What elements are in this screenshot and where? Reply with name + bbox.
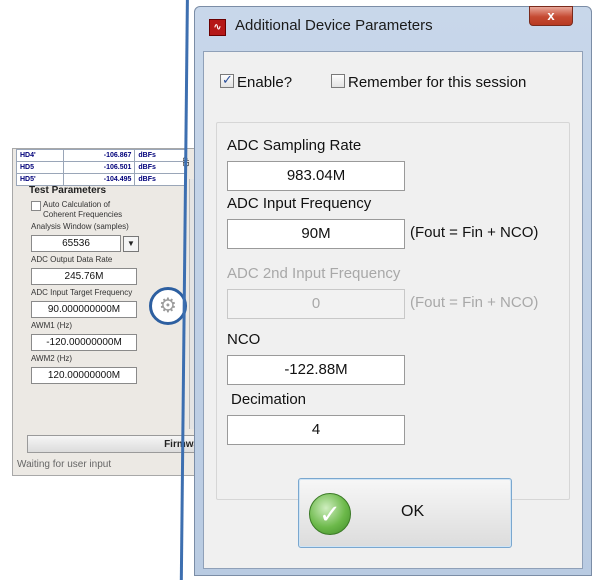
enable-label: Enable?: [237, 74, 293, 91]
analysis-window-label: Analysis Window (samples): [31, 222, 129, 231]
chevron-down-icon[interactable]: ▼: [123, 236, 139, 252]
ok-label: OK: [401, 503, 425, 520]
adc-sampling-rate-input[interactable]: 983.04M: [227, 161, 405, 191]
close-icon: x: [547, 8, 555, 23]
test-parameters-title: Test Parameters: [29, 185, 107, 196]
adc-2nd-input-frequency-label: ADC 2nd Input Frequency: [227, 265, 401, 282]
harmonic-value: -106.867: [62, 149, 136, 162]
harmonics-table: HD4' -106.867 dBFs HD5 -106.501 dBFs HD5…: [16, 149, 186, 186]
table-row: HD5 -106.501 dBFs: [16, 161, 186, 174]
app-logo-icon: ∿: [209, 19, 226, 36]
dialog-body: ✓ Enable? Remember for this session ADC S…: [203, 51, 583, 569]
adc-input-target-label: ADC Input Target Frequency: [31, 288, 133, 297]
additional-device-parameters-dialog: ∿ Additional Device Parameters x ✓ Enable…: [194, 6, 592, 576]
remember-checkbox-row[interactable]: Remember for this session: [331, 74, 526, 91]
remember-label: Remember for this session: [348, 74, 527, 91]
adc-2nd-input-frequency-note: (Fout = Fin + NCO): [410, 294, 539, 311]
status-text: Waiting for user input: [17, 459, 112, 470]
title-bar[interactable]: ∿ Additional Device Parameters x: [195, 6, 591, 45]
harmonic-value: -106.501: [62, 161, 136, 174]
adc-input-frequency-input[interactable]: 90M: [227, 219, 405, 249]
adc-output-rate-field[interactable]: 245.76M: [31, 268, 137, 285]
auto-calc-label: Auto Calculation of: [43, 200, 111, 209]
table-row: HD5' -104.495 dBFs: [16, 173, 186, 186]
adc-input-target-field[interactable]: 90.000000000M: [31, 301, 137, 318]
adc-sampling-rate-label: ADC Sampling Rate: [227, 137, 362, 154]
parameters-group: ADC Sampling Rate 983.04M ADC Input Freq…: [216, 122, 570, 500]
close-button[interactable]: x: [529, 6, 573, 26]
enable-checkbox-row[interactable]: ✓ Enable?: [220, 72, 293, 91]
enable-checkbox[interactable]: ✓: [220, 72, 234, 88]
adc-2nd-input-frequency-input[interactable]: 0: [227, 289, 405, 319]
auto-calc-label-line2: Coherent Frequencies: [43, 210, 123, 219]
awm2-label: AWM2 (Hz): [31, 354, 73, 363]
harmonic-unit: dBFs: [134, 173, 186, 186]
adc-input-frequency-label: ADC Input Frequency: [227, 195, 372, 212]
harmonic-name: HD5': [16, 173, 64, 186]
remember-checkbox[interactable]: [331, 74, 345, 88]
decimation-label: Decimation: [231, 391, 307, 408]
gear-icon[interactable]: ⚙: [158, 296, 178, 316]
awm2-field[interactable]: 120.00000000M: [31, 367, 137, 384]
ok-button[interactable]: ✓ OK: [298, 478, 512, 548]
nco-input[interactable]: -122.88M: [227, 355, 405, 385]
harmonic-name: HD4': [16, 149, 64, 162]
dialog-title: Additional Device Parameters: [235, 17, 433, 34]
analysis-window-select[interactable]: 65536: [31, 235, 121, 252]
settings-gear-highlight[interactable]: ⚙: [149, 287, 187, 325]
checkmark-icon: ✓: [309, 493, 351, 535]
adc-output-rate-label: ADC Output Data Rate: [31, 255, 113, 264]
adc-input-frequency-note: (Fout = Fin + NCO): [410, 224, 539, 241]
nco-label: NCO: [227, 331, 261, 348]
decimation-input[interactable]: 4: [227, 415, 405, 445]
checkmark-icon: ✓: [222, 72, 233, 87]
background-app-panel: HD4' -106.867 dBFs HD5 -106.501 dBFs HD5…: [12, 148, 224, 476]
harmonic-unit: dBFs: [134, 149, 186, 162]
harmonic-name: HD5: [16, 161, 64, 174]
awm1-label: AWM1 (Hz): [31, 321, 73, 330]
auto-calc-checkbox[interactable]: [31, 201, 41, 211]
harmonic-value: -104.495: [62, 173, 136, 186]
awm1-field[interactable]: -120.00000000M: [31, 334, 137, 351]
table-row: HD4' -106.867 dBFs: [16, 149, 186, 162]
harmonic-unit: dBFs: [134, 161, 186, 174]
